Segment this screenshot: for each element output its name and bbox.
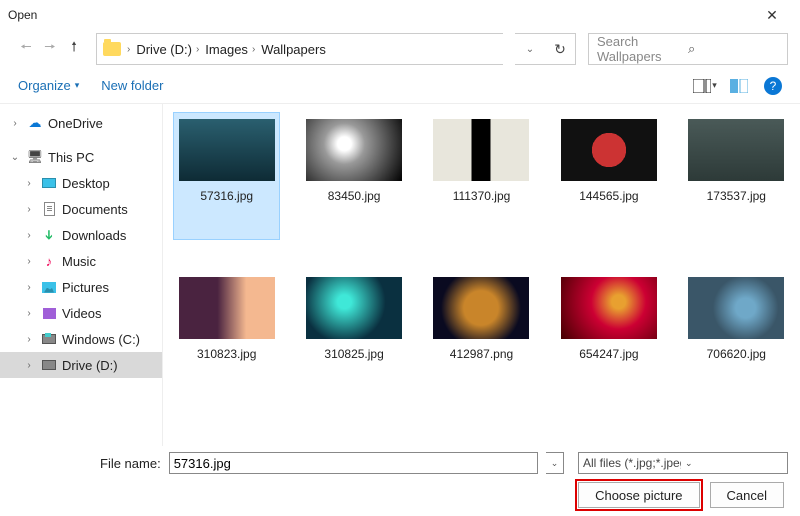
navigation-sidebar: ›☁OneDrive ⌄🖥This PC ›Desktop ›Documents… (0, 104, 162, 446)
file-label: 654247.jpg (579, 347, 638, 361)
file-label: 173537.jpg (707, 189, 766, 203)
help-button[interactable]: ? (764, 77, 782, 95)
close-button[interactable]: ✕ (752, 7, 792, 24)
titlebar: Open ✕ (0, 0, 800, 30)
address-controls: ⌄ ↻ (515, 33, 576, 65)
thumbnail (306, 277, 402, 339)
file-item[interactable]: 310825.jpg (300, 270, 407, 398)
breadcrumb[interactable]: Wallpapers (261, 42, 326, 57)
thumbnail (433, 119, 529, 181)
chevron-right-icon: › (127, 44, 130, 55)
sidebar-item-thispc[interactable]: ⌄🖥This PC (0, 144, 162, 170)
sidebar-item-drive-d[interactable]: ›Drive (D:) (0, 352, 162, 378)
sidebar-item-documents[interactable]: ›Documents (0, 196, 162, 222)
file-label: 111370.jpg (453, 189, 511, 203)
filename-label: File name: (100, 456, 161, 471)
sidebar-item-pictures[interactable]: ›Pictures (0, 274, 162, 300)
bottom-bar: File name: ⌄ All files (*.jpg;*.jpeg;*.b… (0, 446, 800, 516)
file-item[interactable]: 310823.jpg (173, 270, 280, 398)
window-title: Open (8, 8, 752, 22)
thumbnail (561, 277, 657, 339)
search-input[interactable]: Search Wallpapers ⌕ (588, 33, 788, 65)
sidebar-item-desktop[interactable]: ›Desktop (0, 170, 162, 196)
thumbnail (688, 119, 784, 181)
thumbnail (688, 277, 784, 339)
back-button[interactable]: 🠔 (16, 39, 36, 59)
file-label: 310823.jpg (197, 347, 256, 361)
sidebar-item-videos[interactable]: ›Videos (0, 300, 162, 326)
view-mode-button[interactable]: ▾ (692, 75, 718, 97)
sidebar-item-windows-drive[interactable]: ›Windows (C:) (0, 326, 162, 352)
file-label: 706620.jpg (707, 347, 766, 361)
refresh-button[interactable]: ↻ (545, 41, 575, 58)
file-label: 57316.jpg (200, 189, 253, 203)
file-item[interactable]: 111370.jpg (428, 112, 535, 240)
toolbar: Organize▾ New folder ▾ ? (0, 68, 800, 104)
navigation-bar: 🠔 🠖 🠕 › Drive (D:)› Images› Wallpapers ⌄… (0, 30, 800, 68)
file-item[interactable]: 412987.png (428, 270, 535, 398)
file-label: 310825.jpg (324, 347, 383, 361)
file-item[interactable]: 706620.jpg (683, 270, 790, 398)
new-folder-button[interactable]: New folder (101, 78, 163, 93)
thumbnail (179, 277, 275, 339)
file-item[interactable]: 173537.jpg (683, 112, 790, 240)
address-bar[interactable]: › Drive (D:)› Images› Wallpapers (96, 33, 503, 65)
file-item[interactable]: 57316.jpg (173, 112, 280, 240)
organize-button[interactable]: Organize▾ (18, 78, 79, 93)
file-label: 412987.png (450, 347, 513, 361)
forward-button[interactable]: 🠖 (40, 39, 60, 59)
preview-pane-button[interactable] (726, 75, 752, 97)
folder-icon (103, 42, 121, 56)
filename-input[interactable] (169, 452, 538, 474)
thumbnail (306, 119, 402, 181)
search-icon: ⌕ (688, 41, 779, 57)
chevron-down-icon[interactable]: ⌄ (515, 44, 545, 55)
thumbnail (433, 277, 529, 339)
file-item[interactable]: 83450.jpg (300, 112, 407, 240)
cancel-button[interactable]: Cancel (710, 482, 784, 508)
sidebar-item-downloads[interactable]: ›➔Downloads (0, 222, 162, 248)
sidebar-item-onedrive[interactable]: ›☁OneDrive (0, 110, 162, 136)
search-placeholder: Search Wallpapers (597, 34, 688, 64)
file-grid: 57316.jpg 83450.jpg 111370.jpg 144565.jpg 17… (162, 104, 800, 446)
file-item[interactable]: 654247.jpg (555, 270, 662, 398)
choose-picture-button[interactable]: Choose picture (578, 482, 699, 508)
breadcrumb[interactable]: Images› (205, 42, 255, 57)
file-label: 83450.jpg (328, 189, 381, 203)
up-button[interactable]: 🠕 (64, 39, 84, 59)
filetype-filter[interactable]: All files (*.jpg;*.jpeg;*.bmp;*.dib;*.pn… (578, 452, 788, 474)
breadcrumb[interactable]: Drive (D:)› (136, 42, 199, 57)
thumbnail (561, 119, 657, 181)
file-item[interactable]: 144565.jpg (555, 112, 662, 240)
file-label: 144565.jpg (579, 189, 638, 203)
sidebar-item-music[interactable]: ›♪Music (0, 248, 162, 274)
filename-dropdown[interactable]: ⌄ (546, 452, 564, 474)
thumbnail (179, 119, 275, 181)
